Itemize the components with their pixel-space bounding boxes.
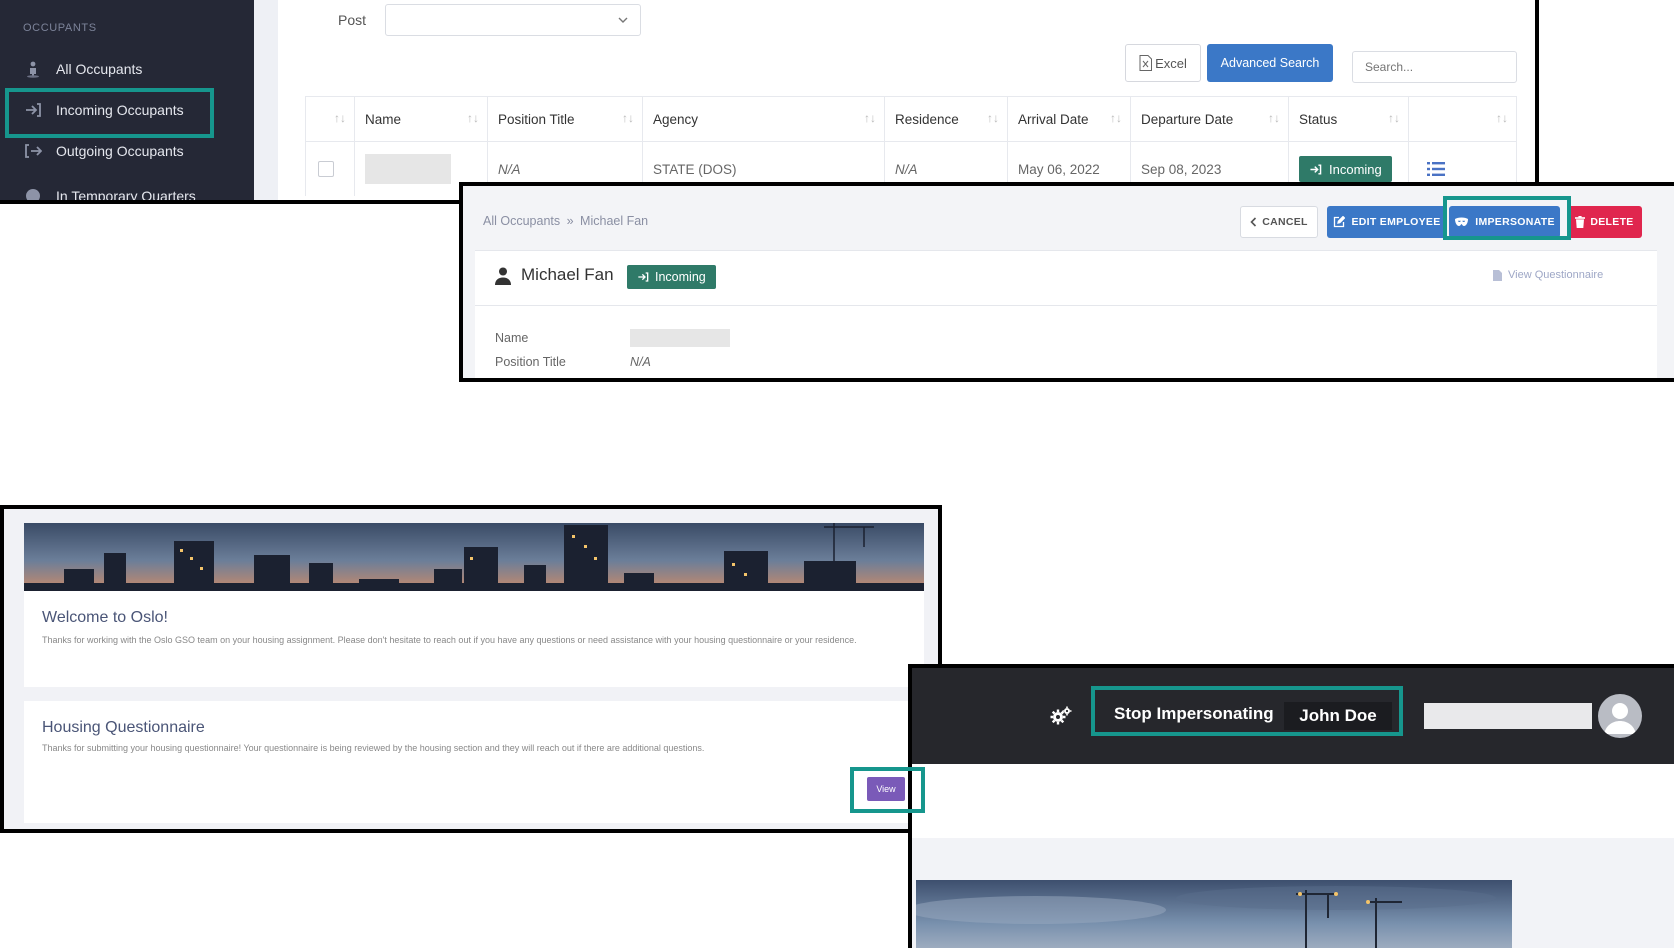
sidebar-item-label: Incoming Occupants [56, 102, 184, 118]
view-questionnaire-button[interactable]: View [867, 777, 905, 801]
sign-in-icon [24, 101, 42, 119]
excel-button-label: Excel [1155, 55, 1187, 71]
column-header-status[interactable]: Status ↑↓ [1289, 96, 1409, 142]
post-filter-label: Post [338, 12, 367, 28]
document-icon [1493, 269, 1502, 281]
column-header-position-title[interactable]: Position Title ↑↓ [488, 96, 643, 142]
breadcrumb-separator: » [566, 214, 574, 228]
row-checkbox[interactable] [318, 161, 334, 177]
sidebar-section-header: OCCUPANTS [23, 22, 97, 34]
sort-icon: ↑↓ [1110, 111, 1122, 125]
column-header-agency[interactable]: Agency ↑↓ [643, 96, 885, 142]
sidebar-item-temporary-quarters[interactable]: In Temporary Quarters [24, 184, 196, 204]
chevron-left-icon [1250, 217, 1257, 227]
sidebar-item-label: Outgoing Occupants [56, 143, 184, 159]
column-header-name[interactable]: Name ↑↓ [355, 96, 488, 142]
welcome-text: Thanks for working with the Oslo GSO tea… [42, 635, 857, 645]
avatar[interactable] [1598, 694, 1642, 738]
top-navigation-bar: Stop Impersonating John Doe [912, 668, 1674, 764]
status-badge: Incoming [627, 265, 716, 289]
stop-impersonating-link[interactable]: Stop Impersonating [1114, 704, 1274, 724]
sidebar-item-outgoing-occupants[interactable]: Outgoing Occupants [24, 139, 184, 163]
sidebar-item-label: All Occupants [56, 61, 143, 77]
table-row [305, 142, 355, 196]
content-gutter [254, 0, 278, 200]
impersonated-user-name: John Doe [1284, 702, 1392, 730]
gears-icon[interactable] [1050, 706, 1072, 726]
field-label-name: Name [495, 331, 529, 345]
select-all-column[interactable]: ↑↓ [305, 96, 355, 142]
column-header-actions[interactable]: ↑↓ [1409, 96, 1517, 142]
sign-in-icon [637, 271, 649, 283]
sort-icon: ↑↓ [1496, 111, 1508, 125]
occupant-portal-panel: Welcome to Oslo! Thanks for working with… [0, 505, 942, 833]
search-input[interactable] [1352, 51, 1517, 83]
column-header-arrival-date[interactable]: Arrival Date ↑↓ [1008, 96, 1131, 142]
sign-in-icon [1309, 163, 1322, 176]
cancel-button[interactable]: CANCEL [1240, 206, 1318, 238]
field-value-position-title: N/A [630, 355, 651, 369]
breadcrumb-root[interactable]: All Occupants [483, 214, 560, 228]
post-filter-select[interactable] [385, 4, 641, 36]
questionnaire-title: Housing Questionnaire [42, 719, 205, 736]
housing-questionnaire-card: Housing Questionnaire Thanks for submitt… [24, 701, 924, 823]
list-menu-icon[interactable] [1427, 161, 1445, 177]
view-questionnaire-link[interactable]: View Questionnaire [1493, 269, 1603, 281]
sort-icon: ↑↓ [334, 111, 346, 125]
breadcrumb: All Occupants » Michael Fan [483, 214, 648, 228]
city-skyline-photo [916, 880, 1512, 948]
column-header-residence[interactable]: Residence ↑↓ [885, 96, 1008, 142]
sort-icon: ↑↓ [622, 111, 634, 125]
advanced-search-button[interactable]: Advanced Search [1207, 44, 1333, 82]
clock-icon [24, 187, 42, 200]
sort-icon: ↑↓ [1268, 111, 1280, 125]
edit-employee-button[interactable]: EDIT EMPLOYEE [1327, 206, 1447, 238]
sort-icon: ↑↓ [987, 111, 999, 125]
sort-icon: ↑↓ [467, 111, 479, 125]
breadcrumb-current: Michael Fan [580, 214, 649, 228]
export-excel-button[interactable]: Excel [1125, 44, 1201, 82]
sidebar-item-all-occupants[interactable]: All Occupants [24, 57, 142, 81]
sub-header [912, 764, 1674, 838]
city-skyline-banner [24, 523, 924, 591]
redacted-user-field [1424, 703, 1592, 729]
occupants-list-panel: OCCUPANTS All Occupants Incoming Occupan… [0, 0, 1539, 204]
impersonate-button[interactable]: IMPERSONATE [1449, 206, 1560, 238]
sidebar: OCCUPANTS All Occupants Incoming Occupan… [0, 0, 254, 200]
sidebar-item-incoming-occupants[interactable]: Incoming Occupants [24, 98, 184, 122]
employee-name: Michael Fan [521, 265, 614, 284]
person-icon [24, 60, 42, 78]
user-icon [495, 267, 511, 285]
impersonation-view-panel: Stop Impersonating John Doe [908, 664, 1674, 948]
column-header-departure-date[interactable]: Departure Date ↑↓ [1131, 96, 1289, 142]
welcome-card: Welcome to Oslo! Thanks for working with… [24, 591, 924, 687]
delete-button[interactable]: DELETE [1567, 206, 1642, 238]
excel-file-icon [1139, 55, 1153, 71]
status-badge: Incoming [1299, 156, 1392, 182]
employee-card: Michael Fan Incoming View Questionnaire … [475, 250, 1657, 378]
sign-out-icon [24, 142, 42, 160]
edit-icon [1333, 216, 1346, 228]
trash-icon [1575, 216, 1586, 228]
welcome-title: Welcome to Oslo! [42, 609, 168, 626]
questionnaire-text: Thanks for submitting your housing quest… [42, 743, 705, 753]
chevron-down-icon [618, 15, 628, 25]
mask-icon [1454, 217, 1469, 227]
card-divider [475, 305, 1657, 306]
redacted-name-value [630, 329, 730, 347]
redacted-name [365, 154, 451, 184]
employee-detail-panel: All Occupants » Michael Fan CANCEL EDIT … [459, 182, 1674, 382]
sort-icon: ↑↓ [1388, 111, 1400, 125]
sort-icon: ↑↓ [864, 111, 876, 125]
sidebar-item-label: In Temporary Quarters [56, 188, 196, 204]
field-label-position-title: Position Title [495, 355, 566, 369]
